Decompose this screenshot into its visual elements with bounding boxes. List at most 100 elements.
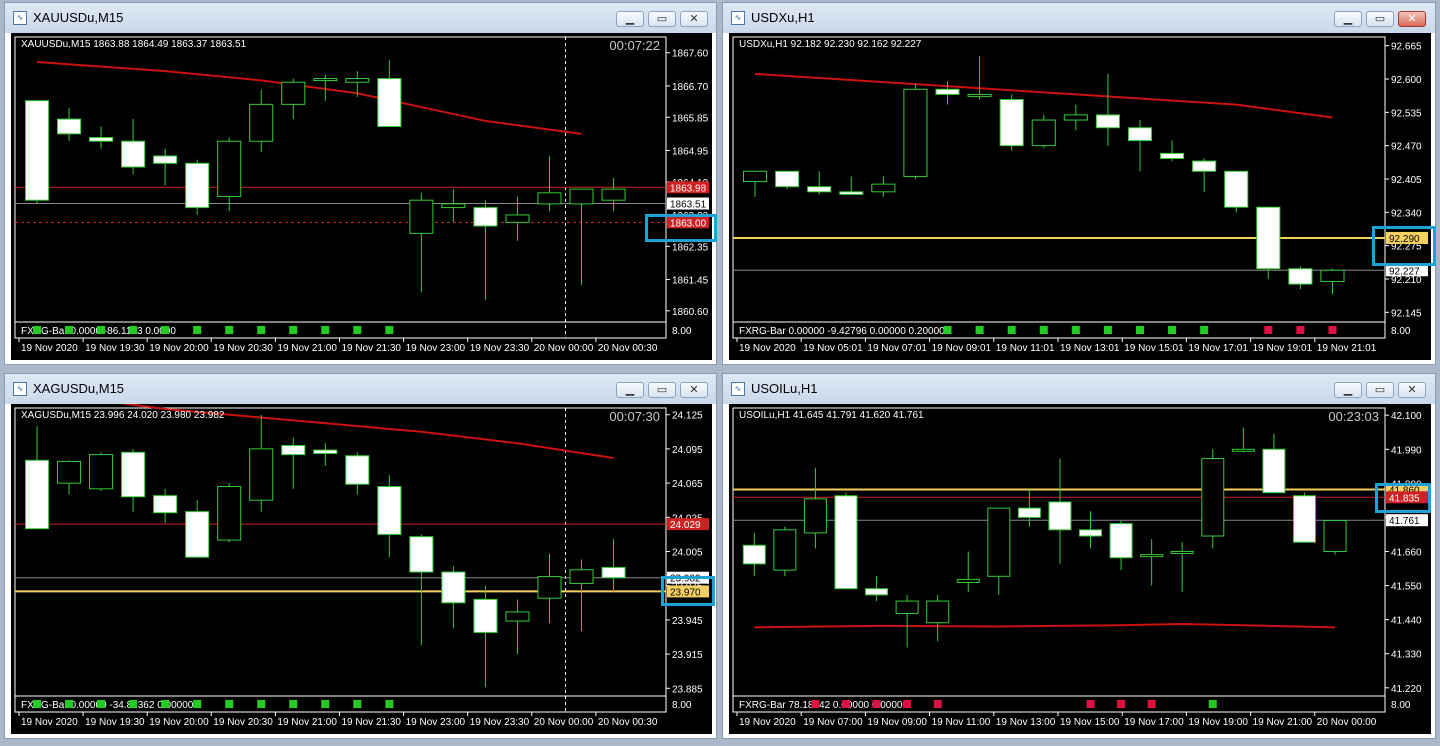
candle-body — [281, 444, 306, 456]
price-tick-label: 1865.85 — [672, 113, 709, 124]
maximize-icon[interactable]: ▭ — [648, 11, 676, 27]
price-chart[interactable]: 24.12524.09524.06524.03524.00523.97523.9… — [11, 404, 712, 734]
indicator-scale-label: 8.00 — [1391, 326, 1411, 337]
maximize-icon[interactable]: ▭ — [648, 382, 676, 398]
chart-background — [729, 33, 1431, 360]
candle-body — [839, 191, 864, 195]
window-titlebar[interactable]: ∿ XAUUSDu,M15 ▁ ▭ ✕ — [5, 3, 716, 33]
indicator-signal-box — [353, 326, 362, 334]
time-axis-label: 19 Nov 09:01 — [932, 343, 992, 354]
candle-body — [601, 188, 626, 201]
indicator-signal-box — [1147, 700, 1156, 708]
candle-body — [153, 495, 178, 514]
indicator-signal-box — [193, 326, 202, 334]
minimize-icon[interactable]: ▁ — [616, 11, 644, 27]
candle-body — [121, 451, 146, 498]
time-axis-label: 19 Nov 20:00 — [149, 717, 209, 728]
price-label-highlight — [1372, 226, 1436, 266]
candle-body — [1292, 495, 1316, 543]
indicator-signal-box — [225, 700, 234, 708]
price-label-highlight — [1375, 483, 1431, 513]
time-axis-label: 19 Nov 23:30 — [470, 343, 530, 354]
price-tick-label: 41.440 — [1391, 616, 1422, 627]
candle-body — [1048, 501, 1072, 531]
window-titlebar[interactable]: ∿ USOILu,H1 ▁ ▭ ✕ — [723, 374, 1435, 404]
candle-body — [89, 454, 114, 490]
chart-window-xagusd[interactable]: ∿ XAGUSDu,M15 ▁ ▭ ✕ 24.125 24.095 24.065 24… — [4, 373, 717, 739]
chart-window-xauusd[interactable]: ∿ XAUUSDu,M15 ▁ ▭ ✕ 1867.60 1866.70 1865.8… — [4, 2, 717, 365]
window-titlebar[interactable]: ∿ USDXu,H1 ▁ ▭ ✕ — [723, 3, 1435, 33]
close-icon[interactable]: ✕ — [680, 382, 708, 398]
indicator-signal-box — [1264, 326, 1273, 334]
maximize-icon[interactable]: ▭ — [1366, 11, 1394, 27]
indicator-signal-box — [33, 326, 42, 334]
price-tick-label: 92.665 — [1391, 42, 1422, 53]
indicator-signal-box — [161, 326, 170, 334]
price-chart[interactable]: 1867.601866.701865.851864.951864.101863.… — [11, 33, 712, 360]
indicator-signal-box — [353, 700, 362, 708]
indicator-signal-box — [193, 700, 202, 708]
time-axis-label: 19 Nov 23:00 — [406, 343, 466, 354]
candle-body — [185, 511, 210, 558]
close-icon[interactable]: ✕ — [1398, 382, 1426, 398]
time-axis-label: 19 Nov 2020 — [739, 717, 796, 728]
indicator-scale-label: 8.00 — [1391, 700, 1411, 711]
candle-countdown-timer: 00:07:22 — [609, 38, 660, 53]
price-label: 92.227 — [1389, 266, 1420, 277]
price-tick-label: 1860.60 — [672, 307, 709, 318]
minimize-icon[interactable]: ▁ — [616, 382, 644, 398]
time-axis-label: 19 Nov 21:00 — [1253, 717, 1313, 728]
candle-body — [313, 78, 338, 82]
candle-body — [441, 571, 466, 604]
chart-window-icon: ∿ — [13, 11, 27, 25]
maximize-icon[interactable]: ▭ — [1366, 382, 1394, 398]
price-label-highlight — [661, 576, 715, 606]
price-tick-label: 23.945 — [672, 616, 703, 627]
time-axis-label: 19 Nov 20:30 — [213, 717, 273, 728]
indicator-signal-box — [321, 326, 330, 334]
candle-body — [441, 203, 466, 209]
candle-body — [742, 170, 768, 183]
candle-body — [1063, 114, 1088, 121]
time-axis-label: 19 Nov 11:00 — [932, 717, 991, 728]
candle-body — [1109, 523, 1133, 559]
indicator-signal-box — [1135, 326, 1144, 334]
price-tick-label: 23.915 — [672, 650, 703, 661]
chart-window-icon: ∿ — [731, 11, 745, 25]
price-tick-label: 92.145 — [1391, 308, 1422, 319]
price-label: 41.761 — [1389, 516, 1420, 527]
minimize-icon[interactable]: ▁ — [1334, 11, 1362, 27]
candle-body — [249, 448, 274, 501]
close-icon[interactable]: ✕ — [680, 11, 708, 27]
price-chart[interactable]: 42.10041.99041.88041.77041.66041.55041.4… — [729, 404, 1431, 734]
candle-body — [773, 529, 797, 571]
candle-countdown-timer: 00:07:30 — [609, 409, 660, 424]
close-icon[interactable]: ✕ — [1398, 11, 1426, 27]
candle-body — [89, 137, 114, 142]
price-tick-label: 24.125 — [672, 411, 703, 422]
candle-body — [1323, 520, 1347, 552]
price-chart[interactable]: 92.665 92.600 92.535 92.470 92.405 92.340 92.2… — [729, 33, 1431, 360]
time-axis-label: 19 Nov 21:00 — [277, 343, 337, 354]
candle-body — [1127, 127, 1153, 142]
window-titlebar[interactable]: ∿ XAGUSDu,M15 ▁ ▭ ✕ — [5, 374, 716, 404]
candle-body — [865, 588, 889, 596]
time-axis-label: 19 Nov 13:01 — [1060, 343, 1120, 354]
chart-window-usdx[interactable]: ∿ USDXu,H1 ▁ ▭ ✕ 92.665 92.600 92.535 92.47… — [722, 2, 1436, 365]
indicator-signal-box — [129, 326, 138, 334]
chart-window-usoil[interactable]: ∿ USOILu,H1 ▁ ▭ ✕ 42.10041.99041.88041.7… — [722, 373, 1436, 739]
symbol-ohlc-header: USDXu,H1 92.182 92.230 92.162 92.227 — [739, 39, 922, 50]
price-tick-label: 1862.35 — [672, 242, 709, 253]
indicator-signal-box — [161, 700, 170, 708]
candle-body — [569, 569, 594, 584]
candle-body — [967, 93, 992, 97]
candle-body — [537, 192, 562, 205]
candle-body — [57, 460, 82, 484]
minimize-icon[interactable]: ▁ — [1334, 382, 1362, 398]
candle-body — [775, 170, 800, 188]
time-axis-label: 19 Nov 21:30 — [342, 343, 402, 354]
price-tick-label: 41.330 — [1391, 650, 1422, 661]
indicator-signal-box — [289, 326, 298, 334]
time-axis-label: 19 Nov 20:00 — [149, 343, 209, 354]
chart-window-icon: ∿ — [731, 382, 745, 396]
